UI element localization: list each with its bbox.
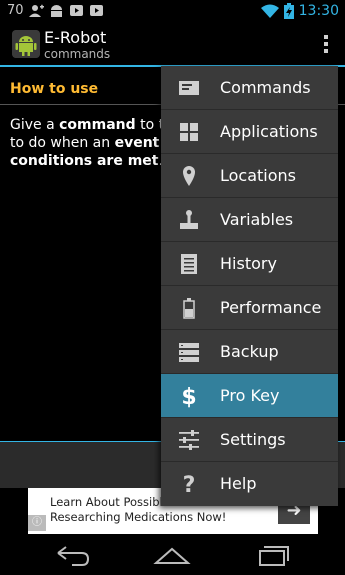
ad-info-icon[interactable]: ⓘ (28, 515, 46, 531)
home-icon[interactable] (152, 543, 192, 567)
menu-item-label: Variables (220, 210, 294, 229)
menu-item-help[interactable]: ? Help (161, 462, 338, 506)
ad-line-2: Researching Medications Now! (50, 510, 227, 524)
menu-item-commands[interactable]: Commands (161, 66, 338, 110)
commands-icon (179, 81, 199, 95)
body-text-bold: command (59, 117, 136, 133)
menu-item-label: Settings (220, 430, 286, 449)
menu-item-performance[interactable]: Performance (161, 286, 338, 330)
overflow-menu: Commands Applications Locations Variable… (161, 66, 338, 506)
person-add-icon (28, 4, 44, 17)
variables-icon (180, 210, 198, 229)
body-text-part: to do when an (10, 135, 115, 151)
menu-item-pro-key[interactable]: $ Pro Key (161, 374, 338, 418)
overflow-menu-icon[interactable] (323, 35, 329, 55)
menu-item-label: Backup (220, 342, 279, 361)
svg-text:?: ? (183, 473, 196, 496)
app-subtitle: commands (44, 47, 111, 61)
menu-item-locations[interactable]: Locations (161, 154, 338, 198)
help-icon: ? (183, 473, 196, 496)
menu-item-label: Locations (220, 166, 297, 185)
recent-apps-icon[interactable] (254, 543, 294, 567)
applications-icon (180, 123, 198, 141)
location-pin-icon (183, 166, 195, 186)
app-title: E-Robot (44, 28, 107, 47)
wifi-icon (260, 4, 279, 18)
menu-item-label: Applications (220, 122, 318, 141)
status-bar: 70 13:30 (0, 0, 345, 24)
body-text-part: Give a (10, 117, 60, 133)
play-store-icon (89, 5, 103, 16)
backup-icon (179, 343, 199, 362)
android-icon (50, 5, 62, 17)
body-text-bold: conditions are met (10, 153, 159, 169)
app-icon[interactable] (12, 30, 40, 58)
action-bar: E-Robot commands (0, 24, 345, 66)
dollar-icon: $ (181, 385, 196, 408)
notification-count: 70 (7, 3, 24, 18)
settings-sliders-icon (179, 430, 199, 450)
section-title: How to use (10, 81, 99, 97)
menu-item-label: Pro Key (220, 386, 280, 405)
menu-item-applications[interactable]: Applications (161, 110, 338, 154)
status-left: 70 (7, 3, 104, 18)
battery-icon (183, 298, 195, 319)
menu-item-label: History (220, 254, 277, 273)
menu-item-settings[interactable]: Settings (161, 418, 338, 462)
menu-item-label: Performance (220, 298, 322, 317)
battery-charging-icon (283, 3, 294, 19)
menu-item-label: Help (220, 474, 257, 493)
back-icon[interactable] (52, 543, 92, 567)
clock: 13:30 (298, 3, 339, 19)
menu-item-history[interactable]: History (161, 242, 338, 286)
menu-item-variables[interactable]: Variables (161, 198, 338, 242)
status-right: 13:30 (260, 3, 339, 19)
svg-text:$: $ (181, 385, 196, 408)
history-icon (181, 254, 197, 274)
play-store-icon (69, 5, 83, 16)
navigation-bar (0, 535, 345, 575)
menu-item-backup[interactable]: Backup (161, 330, 338, 374)
menu-item-label: Commands (220, 78, 311, 97)
